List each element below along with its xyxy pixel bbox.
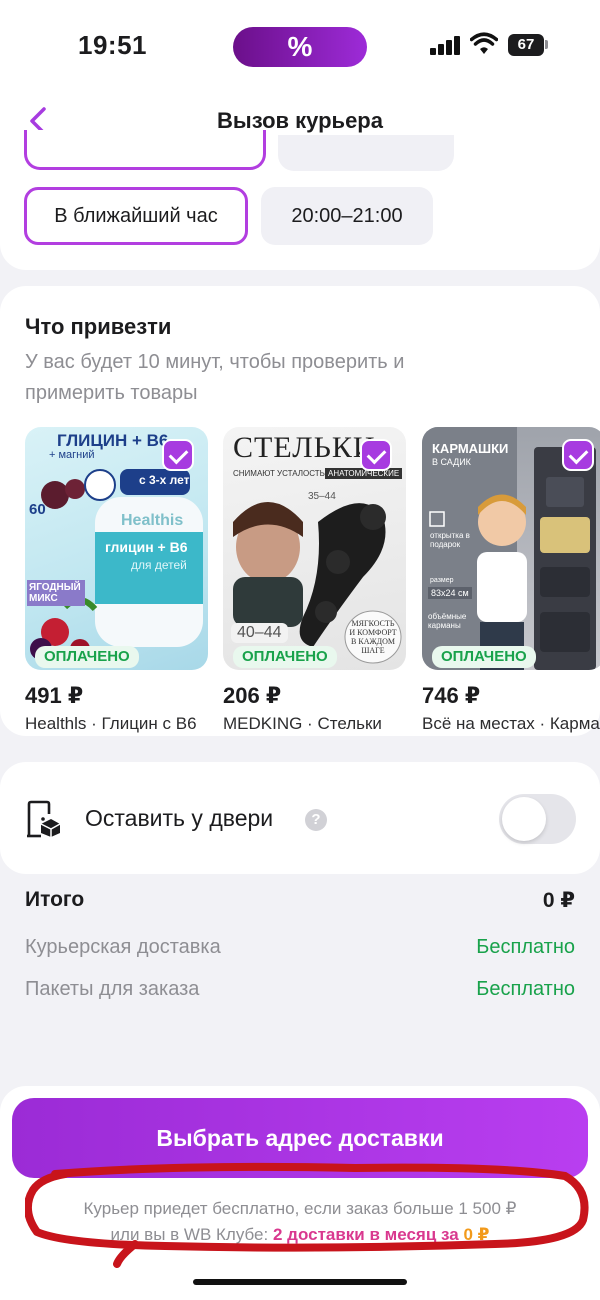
total-label: Итого — [25, 888, 85, 911]
product-card[interactable]: КАРМАШКИ В САДИК открытка в подарок разм… — [422, 427, 600, 734]
home-indicator — [193, 1279, 407, 1285]
product-image-text: Healthis — [121, 512, 184, 529]
product-image-text: 60 — [29, 501, 46, 518]
product-image-text: ЯГОДНЫЙ МИКС — [27, 580, 85, 606]
selected-checkbox[interactable] — [162, 439, 194, 471]
items-title: Что привезти — [25, 314, 172, 339]
product-price: 206 ₽ — [223, 683, 282, 708]
product-image-text: В САДИК — [432, 457, 471, 467]
product-image-text: СНИМАЮТ УСТАЛОСТЬ — [233, 469, 325, 478]
product-name: Healthls · Глицин с В6 — [25, 714, 197, 733]
time-slot-chip-previous-2[interactable] — [278, 135, 454, 171]
product-image-text: объёмные карманы — [428, 612, 467, 630]
choose-address-button[interactable]: Выбрать адрес доставки — [12, 1098, 588, 1178]
toggle-knob — [502, 797, 546, 841]
product-name: Всё на местах · Кармашки — [422, 714, 600, 733]
product-image-text: + магний — [49, 449, 95, 461]
product-image-text: размер — [430, 577, 454, 584]
order-bags-value: Бесплатно — [476, 978, 575, 1000]
product-image-glycine[interactable]: ГЛИЦИН + В6 + магний с 3-х лет Healthis … — [25, 427, 208, 670]
product-image-text: СТЕЛЬКИ — [233, 431, 376, 464]
product-card[interactable]: ГЛИЦИН + В6 + магний с 3-х лет Healthis … — [25, 427, 208, 734]
delivery-note: Курьер приедет бесплатно, если заказ бол… — [0, 1196, 600, 1248]
product-image-text: МЯГКОСТЬ И КОМФОРТ В КАЖДОМ ШАГЕ — [349, 619, 397, 655]
product-name: MEDKING · Стельки — [223, 714, 382, 733]
product-image-insoles[interactable]: СТЕЛЬКИ СНИМАЮТ УСТАЛОСТЬ АНАТОМИЧЕСКИЕ … — [223, 427, 406, 670]
product-image-text: 40–44 — [231, 623, 288, 643]
product-card[interactable]: СТЕЛЬКИ СНИМАЮТ УСТАЛОСТЬ АНАТОМИЧЕСКИЕ … — [223, 427, 406, 734]
selected-checkbox[interactable] — [360, 439, 392, 471]
product-price: 491 ₽ — [25, 683, 84, 708]
battery-icon: 67 — [508, 34, 544, 56]
leave-at-door-toggle[interactable] — [499, 794, 576, 844]
courier-delivery-value: Бесплатно — [476, 936, 575, 958]
selected-checkbox[interactable] — [562, 439, 594, 471]
help-icon[interactable]: ? — [305, 809, 327, 831]
status-time: 19:51 — [78, 30, 147, 60]
delivery-note-line2: или вы в WB Клубе: 2 доставки в месяц за… — [0, 1222, 600, 1248]
items-subtitle: У вас будет 10 минут, чтобы проверить и … — [25, 351, 405, 404]
product-price: 746 ₽ — [422, 683, 481, 708]
paid-badge: ОПЛАЧЕНО — [432, 646, 536, 668]
promo-badge: % — [233, 27, 367, 67]
product-image-text: для детей — [131, 558, 187, 572]
product-image-text: глицин + В6 — [105, 539, 188, 555]
signal-icon — [430, 35, 462, 55]
product-image-text: ГЛИЦИН + В6 — [57, 431, 169, 450]
door-package-icon — [27, 800, 61, 838]
delivery-note-prefix: или вы в WB Клубе: — [110, 1225, 269, 1244]
product-image-pockets[interactable]: КАРМАШКИ В САДИК открытка в подарок разм… — [422, 427, 600, 670]
total-value: 0 ₽ — [542, 889, 575, 912]
wb-club-offer-price[interactable]: 0 ₽ — [463, 1225, 489, 1244]
product-image-text: 35–44 — [308, 491, 336, 502]
paid-badge: ОПЛАЧЕНО — [35, 646, 139, 668]
time-slot-chip-nearest-hour[interactable]: В ближайший час — [24, 187, 248, 245]
battery-tip — [545, 40, 548, 49]
delivery-note-line1: Курьер приедет бесплатно, если заказ бол… — [83, 1199, 517, 1218]
paid-badge: ОПЛАЧЕНО — [233, 646, 337, 668]
wb-club-offer-link[interactable]: 2 доставки в месяц за — [273, 1225, 459, 1244]
time-slot-chip-previous[interactable] — [24, 130, 266, 170]
product-image-text: 83x24 см — [428, 587, 472, 599]
time-slot-chip-20-21[interactable]: 20:00–21:00 — [261, 187, 433, 245]
leave-at-door-label: Оставить у двери — [85, 805, 274, 831]
courier-delivery-label: Курьерская доставка — [25, 936, 221, 958]
product-image-text: с 3-х лет — [139, 473, 190, 487]
order-bags-label: Пакеты для заказа — [25, 978, 200, 1000]
product-image-text: открытка в подарок — [430, 531, 470, 549]
wifi-icon — [470, 32, 498, 54]
product-image-text: КАРМАШКИ — [432, 441, 509, 456]
